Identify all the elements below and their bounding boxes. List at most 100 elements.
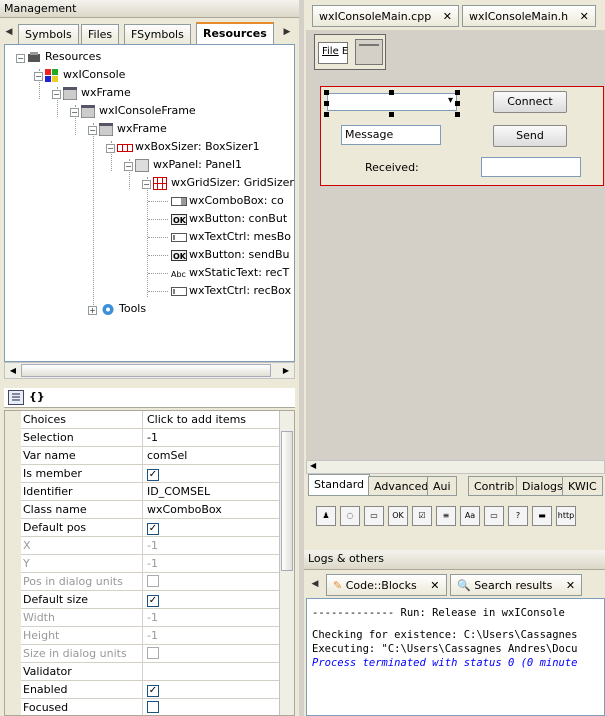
close-tab-icon[interactable]: ✕ [580, 10, 589, 23]
checkbox[interactable]: ✓ [147, 685, 159, 697]
connect-button[interactable]: Connect [493, 91, 567, 113]
property-value[interactable]: Click to add items [145, 411, 279, 428]
checkbox[interactable] [147, 647, 159, 659]
file-menu-preview[interactable]: File E [318, 42, 348, 64]
palette-widget-icon[interactable]: ≡ [436, 506, 456, 526]
property-row[interactable]: Pos in dialog units [5, 573, 280, 591]
scroll-left-icon[interactable]: ◀ [310, 461, 316, 470]
scroll-thumb[interactable] [21, 364, 271, 377]
property-value-check[interactable] [145, 699, 279, 715]
property-row[interactable]: Height -1 [5, 627, 280, 645]
message-input[interactable]: Message [341, 125, 441, 145]
designer-horizontal-scrollbar[interactable]: ◀ [306, 460, 605, 474]
property-row[interactable]: Y -1 [5, 555, 280, 573]
collapse-wxframe-icon[interactable]: − [52, 90, 61, 99]
property-value[interactable]: -1 [145, 609, 279, 626]
checkbox[interactable] [147, 701, 159, 713]
tree-node-mesbox[interactable]: wxTextCtrl: mesBo [171, 228, 291, 245]
property-value-check[interactable]: ✓ [145, 591, 279, 608]
tree-node-sendbutton[interactable]: OK wxButton: sendBu [171, 246, 290, 263]
tab-resources[interactable]: Resources [196, 22, 274, 44]
close-tab-icon[interactable]: ✕ [430, 579, 439, 592]
property-row[interactable]: Validator [5, 663, 280, 681]
property-value-check[interactable]: ✓ [145, 465, 279, 482]
tree-node-tools[interactable]: Tools [101, 300, 146, 317]
property-value[interactable]: -1 [145, 555, 279, 572]
tree-node-conbutton[interactable]: OK wxButton: conBut [171, 210, 287, 227]
property-value[interactable]: -1 [145, 627, 279, 644]
palette-widget-icon[interactable]: Aa [460, 506, 480, 526]
events-braces-icon[interactable]: {} [29, 390, 45, 403]
palette-widget-icon[interactable]: ? [508, 506, 528, 526]
collapse-frame-class-icon[interactable]: − [70, 108, 79, 117]
property-value[interactable] [145, 663, 279, 680]
tab-files[interactable]: Files [81, 24, 120, 44]
property-row[interactable]: Default size ✓ [5, 591, 280, 609]
tree-node-panel[interactable]: wxPanel: Panel1 [135, 156, 242, 173]
palette-tab-standard[interactable]: Standard [308, 474, 371, 496]
tree-node-boxsizer[interactable]: wxBoxSizer: BoxSizer1 [117, 138, 260, 155]
tree-node-wxframe-2[interactable]: wxFrame [98, 120, 167, 137]
property-value[interactable]: comSel [145, 447, 279, 464]
tree-node-recbox[interactable]: wxTextCtrl: recBox [171, 282, 291, 299]
property-row[interactable]: Enabled ✓ [5, 681, 280, 699]
property-row[interactable]: Focused [5, 699, 280, 715]
property-row[interactable]: Identifier ID_COMSEL [5, 483, 280, 501]
textbox-icon[interactable]: ▭ [364, 506, 384, 526]
logs-tab-scroll-left-icon[interactable]: ◀ [308, 574, 322, 594]
collapse-panel-icon[interactable]: − [124, 162, 133, 171]
property-value-check[interactable] [145, 645, 279, 662]
property-vertical-scrollbar[interactable] [279, 411, 294, 715]
tab-codeblocks-log[interactable]: ✎ Code::Blocks ✕ [326, 574, 447, 596]
tab-scroll-left-icon[interactable]: ◀ [2, 22, 16, 42]
collapse-gridsizer-icon[interactable]: − [142, 180, 151, 189]
checkbox[interactable]: ✓ [147, 469, 159, 481]
property-row[interactable]: Selection -1 [5, 429, 280, 447]
spacer-icon[interactable]: ◌ [340, 506, 360, 526]
palette-widget-icon[interactable]: OK [388, 506, 408, 526]
window-preview-icon[interactable] [355, 39, 383, 65]
checkbox[interactable] [147, 575, 159, 587]
tree-node-gridsizer[interactable]: wxGridSizer: GridSizer [153, 174, 294, 191]
tab-scroll-right-icon[interactable]: ▶ [280, 22, 294, 42]
palette-tab-advanced[interactable]: Advanced [368, 476, 435, 496]
collapse-boxsizer-icon[interactable]: − [106, 144, 115, 153]
palette-widget-icon[interactable]: ☑ [412, 506, 432, 526]
tab-search-results[interactable]: 🔍 Search results ✕ [450, 574, 583, 596]
property-value[interactable]: wxComboBox [145, 501, 279, 518]
property-row[interactable]: Var name comSel [5, 447, 280, 465]
palette-tab-kwic[interactable]: KWIC [562, 476, 603, 496]
property-list-icon[interactable] [8, 390, 24, 405]
tree-node-resources[interactable]: Resources [27, 48, 101, 65]
property-value[interactable]: ID_COMSEL [145, 483, 279, 500]
palette-widget-icon[interactable]: ▬ [532, 506, 552, 526]
close-tab-icon[interactable]: ✕ [566, 579, 575, 592]
tree-node-wxframe[interactable]: wxFrame [62, 84, 131, 101]
property-row[interactable]: Default pos ✓ [5, 519, 280, 537]
collapse-wxframe2-icon[interactable]: − [88, 126, 97, 135]
palette-tab-aui[interactable]: Aui [427, 476, 457, 496]
tab-fsymbols[interactable]: FSymbols [124, 24, 191, 44]
property-value-check[interactable]: ✓ [145, 519, 279, 536]
combo-arrow-icon[interactable]: ▾ [448, 95, 453, 106]
palette-widget-icon[interactable]: http [556, 506, 576, 526]
checkbox[interactable]: ✓ [147, 595, 159, 607]
property-row[interactable]: Class name wxComboBox [5, 501, 280, 519]
scroll-right-icon[interactable]: ▶ [279, 364, 293, 377]
property-row[interactable]: Is member ✓ [5, 465, 280, 483]
scroll-left-icon[interactable]: ◀ [6, 364, 20, 377]
tree-horizontal-scrollbar[interactable]: ◀ ▶ [4, 362, 295, 379]
close-tab-icon[interactable]: ✕ [443, 10, 452, 23]
tab-main-cpp[interactable]: wxIConsoleMain.cpp ✕ [312, 5, 459, 27]
tree-node-combobox[interactable]: wxComboBox: co [171, 192, 284, 209]
property-row[interactable]: X -1 [5, 537, 280, 555]
tree-node-statictext[interactable]: Abc wxStaticText: recT [171, 264, 289, 281]
property-row[interactable]: Choices Click to add items [5, 411, 280, 429]
tree-node-wxiconsoleframe[interactable]: wxIConsoleFrame [80, 102, 196, 119]
collapse-root-icon[interactable]: − [16, 54, 25, 63]
property-value[interactable]: -1 [145, 429, 279, 446]
send-button[interactable]: Send [493, 125, 567, 147]
palette-tab-contrib[interactable]: Contrib [468, 476, 521, 496]
property-value[interactable]: -1 [145, 537, 279, 554]
property-scroll-thumb[interactable] [281, 431, 293, 571]
